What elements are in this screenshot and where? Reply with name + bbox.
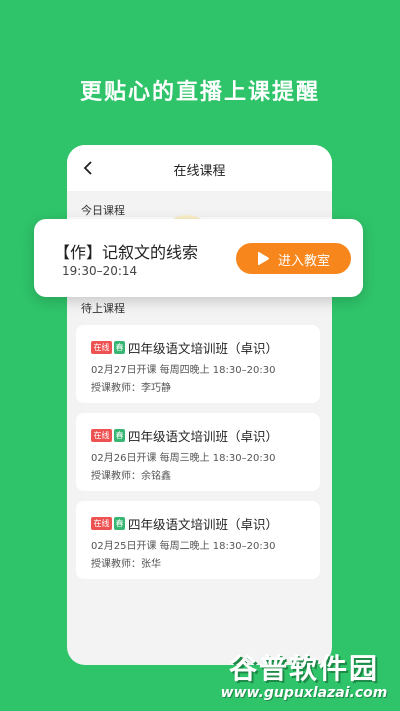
course-list: 在线 春 四年级语文培训班（卓识） 02月27日开课 每周四晚上 18:30–2… [76,325,320,589]
course-teacher: 授课教师：张华 [91,559,161,570]
online-badge: 在线 [91,341,112,354]
live-course-time: 19:30–20:14 [62,264,138,278]
watermark: 谷普软件园 www.gupuxlazai.com [214,647,394,707]
course-teacher: 授课教师：李巧静 [91,383,171,394]
online-badge: 在线 [91,429,112,442]
online-badge: 在线 [91,517,112,530]
course-schedule: 02月26日开课 每周三晚上 18:30–20:30 [91,453,276,464]
live-reminder-card: 【作】记叙文的线索 19:30–20:14 进入教室 [34,219,363,297]
app-header: 在线课程 [67,145,332,191]
section-upcoming-label: 待上课程 [81,302,125,315]
section-today-label: 今日课程 [81,204,125,217]
course-title: 四年级语文培训班（卓识） [128,429,279,444]
course-title: 四年级语文培训班（卓识） [128,341,279,356]
course-schedule: 02月27日开课 每周四晚上 18:30–20:30 [91,365,276,376]
enter-classroom-button[interactable]: 进入教室 [236,243,351,274]
course-card[interactable]: 在线 春 四年级语文培训班（卓识） 02月25日开课 每周二晚上 18:30–2… [76,501,320,579]
play-icon [258,251,269,266]
enter-classroom-label: 进入教室 [278,254,331,269]
watermark-name: 谷普软件园 [228,652,379,685]
page-title: 在线课程 [173,164,226,179]
watermark-url: www.gupuxlazai.com [220,685,388,701]
promo-headline: 更贴心的直播上课提醒 [79,80,320,105]
season-badge: 春 [114,429,125,442]
course-schedule: 02月25日开课 每周二晚上 18:30–20:30 [91,541,276,552]
course-card[interactable]: 在线 春 四年级语文培训班（卓识） 02月26日开课 每周三晚上 18:30–2… [76,413,320,491]
course-title: 四年级语文培训班（卓识） [128,517,279,532]
season-badge: 春 [114,517,125,530]
course-teacher: 授课教师：余铭鑫 [91,471,171,482]
season-badge: 春 [114,341,125,354]
course-card[interactable]: 在线 春 四年级语文培训班（卓识） 02月27日开课 每周四晚上 18:30–2… [76,325,320,403]
live-course-title: 【作】记叙文的线索 [54,243,199,262]
